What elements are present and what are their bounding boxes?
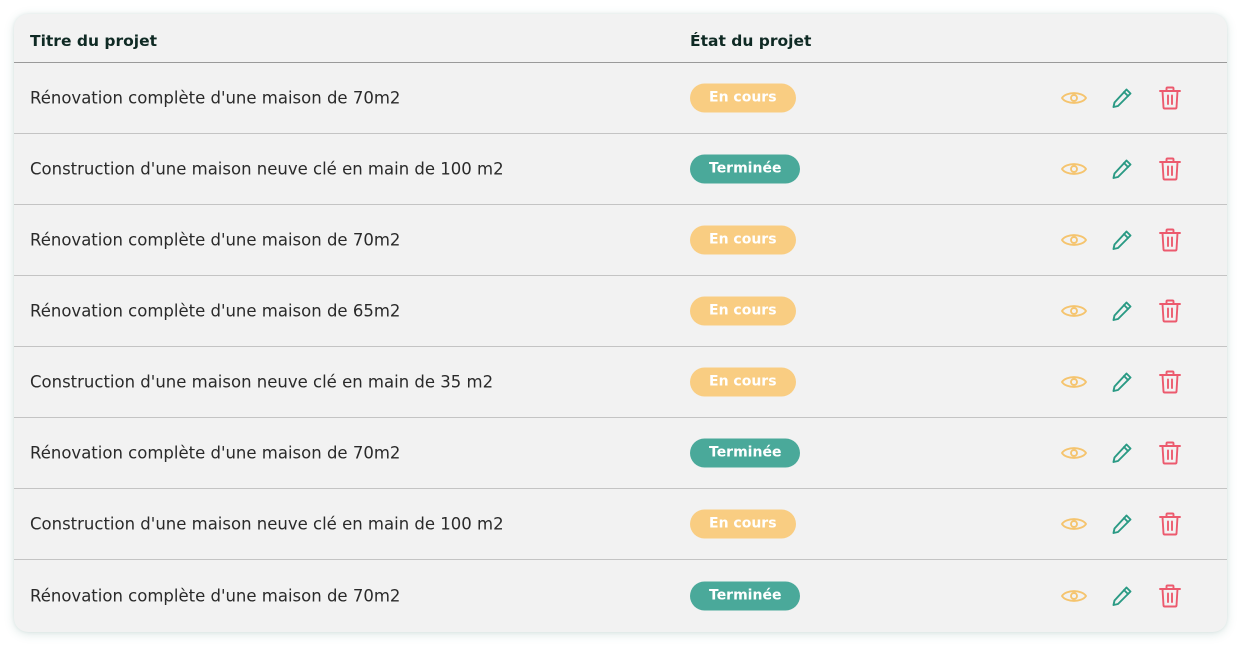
project-title: Rénovation complète d'une maison de 70m2 xyxy=(30,230,401,250)
table-row: Rénovation complète d'une maison de 70m2… xyxy=(14,560,1227,631)
table-header: Titre du projet État du projet xyxy=(14,14,1227,63)
project-title: Rénovation complète d'une maison de 70m2 xyxy=(30,443,401,463)
trash-icon xyxy=(1159,370,1181,394)
status-badge: Terminée xyxy=(690,438,801,468)
pencil-icon xyxy=(1112,159,1132,179)
trash-icon xyxy=(1159,441,1181,465)
row-actions xyxy=(1060,297,1184,325)
trash-icon xyxy=(1159,228,1181,252)
project-title: Rénovation complète d'une maison de 70m2 xyxy=(30,586,401,605)
status-badge: En cours xyxy=(690,83,796,113)
project-title: Construction d'une maison neuve clé en m… xyxy=(30,514,504,534)
trash-icon xyxy=(1159,86,1181,110)
view-button[interactable] xyxy=(1060,582,1088,610)
edit-button[interactable] xyxy=(1108,582,1136,610)
status-badge: Terminée xyxy=(690,154,801,184)
edit-button[interactable] xyxy=(1108,226,1136,254)
table-row: Rénovation complète d'une maison de 65m2… xyxy=(14,276,1227,347)
delete-button[interactable] xyxy=(1156,582,1184,610)
view-button[interactable] xyxy=(1060,368,1088,396)
row-actions xyxy=(1060,155,1184,183)
eye-icon xyxy=(1061,163,1087,175)
edit-button[interactable] xyxy=(1108,510,1136,538)
trash-icon xyxy=(1159,157,1181,181)
table-row: Rénovation complète d'une maison de 70m2… xyxy=(14,418,1227,489)
row-actions xyxy=(1060,510,1184,538)
pencil-icon xyxy=(1112,514,1132,534)
status-badge: En cours xyxy=(690,296,796,326)
status-badge: Terminée xyxy=(690,581,801,610)
view-button[interactable] xyxy=(1060,226,1088,254)
edit-button[interactable] xyxy=(1108,297,1136,325)
delete-button[interactable] xyxy=(1156,510,1184,538)
eye-icon xyxy=(1061,447,1087,459)
status-badge: En cours xyxy=(690,509,796,539)
view-button[interactable] xyxy=(1060,439,1088,467)
eye-icon xyxy=(1061,589,1087,602)
delete-button[interactable] xyxy=(1156,297,1184,325)
edit-button[interactable] xyxy=(1108,439,1136,467)
pencil-icon xyxy=(1112,372,1132,392)
column-header-title: Titre du projet xyxy=(30,32,157,50)
edit-button[interactable] xyxy=(1108,84,1136,112)
pencil-icon xyxy=(1112,301,1132,321)
table-row: Construction d'une maison neuve clé en m… xyxy=(14,489,1227,560)
row-actions xyxy=(1060,582,1184,610)
trash-icon xyxy=(1159,584,1181,607)
table-row: Construction d'une maison neuve clé en m… xyxy=(14,134,1227,205)
project-title: Construction d'une maison neuve clé en m… xyxy=(30,372,494,392)
status-badge: En cours xyxy=(690,225,796,255)
delete-button[interactable] xyxy=(1156,439,1184,467)
delete-button[interactable] xyxy=(1156,84,1184,112)
projects-table: Titre du projet État du projet Rénovatio… xyxy=(14,14,1227,632)
view-button[interactable] xyxy=(1060,155,1088,183)
eye-icon xyxy=(1061,518,1087,530)
pencil-icon xyxy=(1112,88,1132,108)
view-button[interactable] xyxy=(1060,510,1088,538)
pencil-icon xyxy=(1112,230,1132,250)
eye-icon xyxy=(1061,305,1087,317)
eye-icon xyxy=(1061,92,1087,104)
delete-button[interactable] xyxy=(1156,226,1184,254)
pencil-icon xyxy=(1112,443,1132,463)
trash-icon xyxy=(1159,512,1181,536)
delete-button[interactable] xyxy=(1156,155,1184,183)
row-actions xyxy=(1060,368,1184,396)
pencil-icon xyxy=(1112,586,1132,606)
edit-button[interactable] xyxy=(1108,368,1136,396)
row-actions xyxy=(1060,226,1184,254)
table-row: Rénovation complète d'une maison de 70m2… xyxy=(14,205,1227,276)
view-button[interactable] xyxy=(1060,297,1088,325)
table-row: Construction d'une maison neuve clé en m… xyxy=(14,347,1227,418)
row-actions xyxy=(1060,84,1184,112)
trash-icon xyxy=(1159,299,1181,323)
status-badge: En cours xyxy=(690,367,796,397)
project-title: Rénovation complète d'une maison de 65m2 xyxy=(30,301,401,321)
delete-button[interactable] xyxy=(1156,368,1184,396)
table-row: Rénovation complète d'une maison de 70m2… xyxy=(14,63,1227,134)
table-body: Rénovation complète d'une maison de 70m2… xyxy=(14,63,1227,631)
view-button[interactable] xyxy=(1060,84,1088,112)
row-actions xyxy=(1060,439,1184,467)
project-title: Rénovation complète d'une maison de 70m2 xyxy=(30,88,401,108)
project-title: Construction d'une maison neuve clé en m… xyxy=(30,159,504,179)
edit-button[interactable] xyxy=(1108,155,1136,183)
eye-icon xyxy=(1061,376,1087,388)
eye-icon xyxy=(1061,234,1087,246)
column-header-state: État du projet xyxy=(690,32,812,50)
